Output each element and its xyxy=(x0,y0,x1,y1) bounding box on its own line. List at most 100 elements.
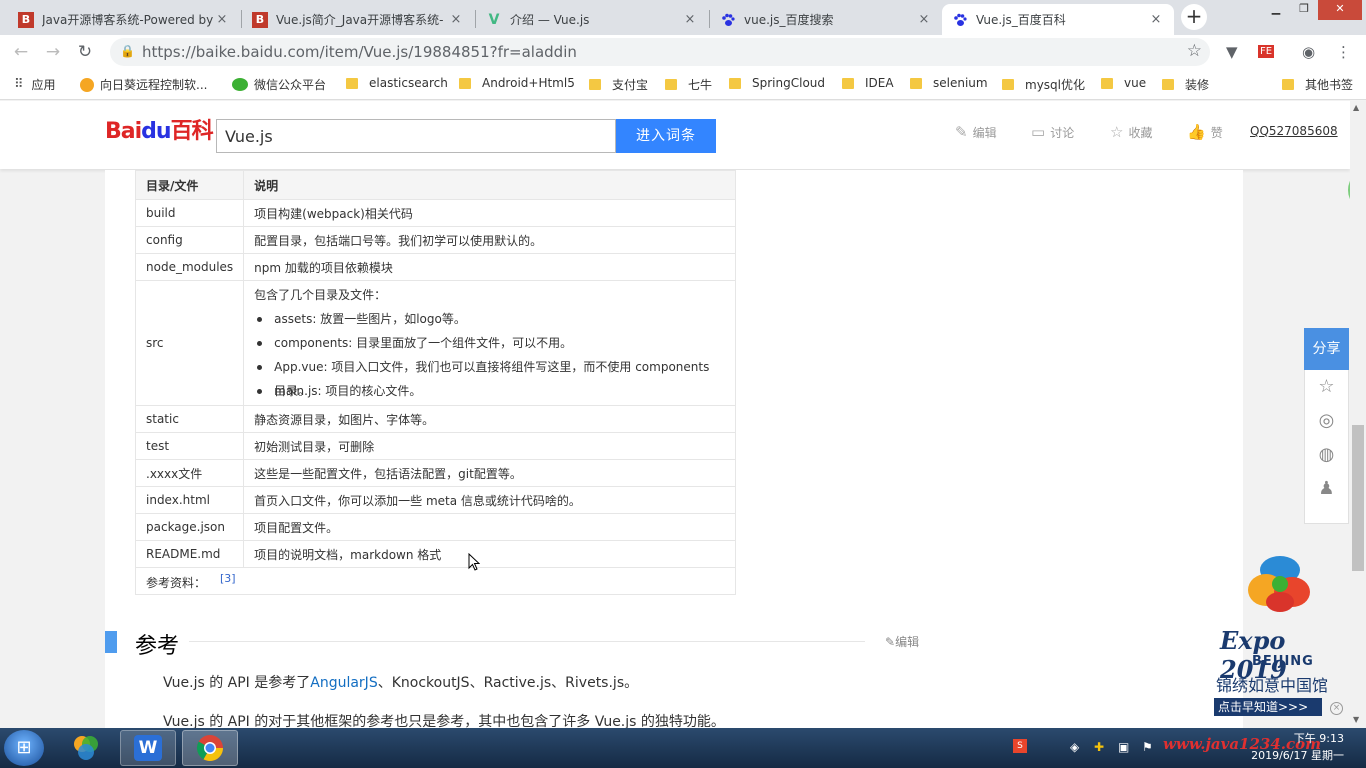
omnibox[interactable]: 🔒 https://baike.baidu.com/item/Vue.js/19… xyxy=(110,38,1210,66)
table-header-row: 目录/文件 说明 xyxy=(134,170,736,200)
share-title[interactable]: 分享 xyxy=(1304,328,1349,370)
expo-slogan: 锦绣如意中国馆 xyxy=(1216,676,1329,695)
tab-blog-home[interactable]: B Java开源博客系统-Powered by × xyxy=(8,4,240,35)
bookmark-star-icon[interactable]: ☆ xyxy=(1187,41,1202,61)
bookmark-folder-alipay[interactable]: 支付宝 xyxy=(589,76,648,93)
reload-icon[interactable]: ↻ xyxy=(74,41,96,63)
bookmark-folder-springcloud[interactable]: SpringCloud xyxy=(729,76,825,90)
like-action[interactable]: 👍 赞 xyxy=(1187,123,1223,141)
column-header: 说明 xyxy=(243,170,736,200)
enter-entry-button[interactable]: 进入词条 xyxy=(616,119,716,153)
tab-vue-guide[interactable]: V 介绍 — Vue.js × xyxy=(476,4,708,35)
folder-icon xyxy=(589,79,601,90)
action-label: 编辑 xyxy=(972,125,997,140)
expo-cta-button[interactable]: 点击早知道>>> xyxy=(1214,698,1322,716)
page-scrollbar[interactable]: ▲ ▼ xyxy=(1350,101,1366,728)
qq-icon[interactable]: ♟ xyxy=(1305,472,1348,506)
bookmark-apps[interactable]: ⠿ 应用 xyxy=(14,76,56,93)
baike-logo[interactable]: Baidu百科 xyxy=(105,113,214,145)
discuss-action[interactable]: ▭ 讨论 xyxy=(1031,123,1074,141)
url-text[interactable]: https://baike.baidu.com/item/Vue.js/1988… xyxy=(142,43,577,61)
close-tab-icon[interactable]: × xyxy=(448,12,464,27)
angularjs-link[interactable]: AngularJS xyxy=(310,675,377,691)
tab-title: vue.js_百度搜索 xyxy=(744,13,834,27)
cell-name: README.md xyxy=(134,540,245,568)
user-link[interactable]: QQ527085608 xyxy=(1250,124,1338,138)
blog-favicon-icon: B xyxy=(18,11,34,28)
expo-city: BEIJING xyxy=(1252,654,1314,669)
search-box xyxy=(216,119,616,153)
tray-cube-icon[interactable]: ◈ xyxy=(1070,740,1079,754)
close-tab-icon[interactable]: × xyxy=(682,12,698,27)
table-row: README.md 项目的说明文档，markdown 格式 xyxy=(134,540,736,568)
search-input[interactable] xyxy=(217,120,615,152)
new-tab-button[interactable]: + xyxy=(1181,4,1207,30)
wechat-icon[interactable]: ◍ xyxy=(1305,438,1348,472)
section-edit-button[interactable]: ✎编辑 xyxy=(885,633,919,650)
bookmark-folder-idea[interactable]: IDEA xyxy=(842,76,894,90)
close-tab-icon[interactable]: × xyxy=(916,12,932,27)
back-icon[interactable]: ← xyxy=(10,41,32,63)
windows-start-icon[interactable]: ⊞ xyxy=(4,730,44,766)
minimize-icon[interactable]: ▁ xyxy=(1262,0,1290,20)
cell-desc: 静态资源目录，如图片、字体等。 xyxy=(243,405,736,433)
wechat-icon xyxy=(232,78,248,91)
folder-icon xyxy=(1002,79,1014,90)
table-ref-row: 参考资料： [3] xyxy=(135,567,736,595)
thumb-up-icon: 👍 xyxy=(1187,123,1206,141)
close-tab-icon[interactable]: × xyxy=(1148,12,1164,27)
tab-title: Vue.js简介_Java开源博客系统- xyxy=(276,13,444,27)
tab-baidu-search[interactable]: vue.js_百度搜索 × xyxy=(710,4,942,35)
bookmark-label: 微信公众平台 xyxy=(254,78,327,92)
bookmark-folder-android[interactable]: Android+Html5 xyxy=(459,76,575,90)
system-clock[interactable]: 下午 9:13 2019/6/17 星期一 xyxy=(1228,730,1344,764)
bookmark-folder-vue[interactable]: vue xyxy=(1101,76,1146,90)
column-header: 目录/文件 xyxy=(134,170,245,200)
tray-network-icon[interactable]: ▣ xyxy=(1118,740,1129,754)
forward-icon[interactable]: → xyxy=(42,41,64,63)
menu-icon[interactable]: ⋮ xyxy=(1336,43,1351,61)
extension-fe-icon[interactable]: FE xyxy=(1258,45,1275,58)
list-item: App.vue: 项目入口文件，我们也可以直接将组件写这里，而不使用 compo… xyxy=(254,355,725,398)
cell-desc: 项目构建(webpack)相关代码 xyxy=(243,199,736,227)
tab-baike-active[interactable]: Vue.js_百度百科 × xyxy=(942,4,1174,35)
article-content: 目录/文件 说明 build 项目构建(webpack)相关代码 config 配置… xyxy=(105,170,1243,730)
bookmark-sunflower[interactable]: 向日葵远程控制软... xyxy=(80,76,207,93)
list-item: components: 目录里面放了一个组件文件，可以不用。 xyxy=(254,331,725,355)
scrollbar-thumb[interactable] xyxy=(1352,425,1364,571)
profile-icon[interactable]: ◉ xyxy=(1302,43,1315,61)
taskbar-app-colorful-icon[interactable] xyxy=(58,730,114,766)
edit-action[interactable]: ✎ 编辑 xyxy=(955,123,997,141)
tray-plus-icon[interactable]: ✚ xyxy=(1094,740,1104,754)
restore-icon[interactable]: ❐ xyxy=(1290,0,1318,20)
bookmark-folder-other[interactable]: 其他书签 xyxy=(1282,76,1353,93)
tab-vue-intro-blog[interactable]: B Vue.js简介_Java开源博客系统- × xyxy=(242,4,474,35)
tray-app-icon[interactable]: S xyxy=(1013,739,1027,753)
reference-link[interactable]: [3] xyxy=(220,572,236,585)
bookmark-label: mysql优化 xyxy=(1025,78,1085,92)
bookmark-wechat[interactable]: 微信公众平台 xyxy=(232,76,326,93)
bookmark-folder-elasticsearch[interactable]: elasticsearch xyxy=(346,76,448,90)
tray-flag-icon[interactable]: ⚑ xyxy=(1142,740,1153,754)
weibo-icon[interactable]: ◎ xyxy=(1305,404,1348,438)
bookmark-folder-qiniu[interactable]: 七牛 xyxy=(665,76,712,93)
bookmark-folder-selenium[interactable]: selenium xyxy=(910,76,988,90)
favorite-action[interactable]: ☆ 收藏 xyxy=(1110,123,1152,141)
close-window-icon[interactable]: ✕ xyxy=(1318,0,1362,20)
star-icon: ☆ xyxy=(1110,123,1124,141)
cell-desc: 这些是一些配置文件，包括语法配置，git配置等。 xyxy=(243,459,736,487)
expo-ad[interactable]: Expo 2019 BEIJING 锦绣如意中国馆 点击早知道>>> × xyxy=(1212,548,1348,720)
apps-icon: ⠿ xyxy=(14,77,24,92)
taskbar-chrome-icon[interactable] xyxy=(182,730,238,766)
close-tab-icon[interactable]: × xyxy=(214,12,230,27)
bookmark-folder-mysql[interactable]: mysql优化 xyxy=(1002,76,1085,93)
scroll-up-icon[interactable]: ▲ xyxy=(1353,103,1359,112)
extension-v-icon[interactable]: ▼ xyxy=(1226,43,1238,61)
close-ad-icon[interactable]: × xyxy=(1330,702,1343,715)
section-marker xyxy=(105,631,117,653)
folder-icon xyxy=(346,77,358,89)
scroll-down-icon[interactable]: ▼ xyxy=(1353,715,1359,724)
star-icon[interactable]: ☆ xyxy=(1305,370,1348,404)
taskbar-wps-icon[interactable]: W xyxy=(120,730,176,766)
bookmark-folder-decor[interactable]: 装修 xyxy=(1162,76,1209,93)
